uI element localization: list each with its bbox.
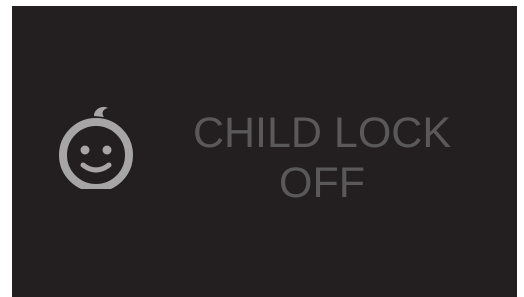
child-lock-screen: CHILD LOCK OFF	[12, 6, 517, 297]
child-lock-status: CHILD LOCK OFF	[172, 108, 472, 208]
baby-face-icon	[59, 106, 133, 189]
child-lock-title: CHILD LOCK	[192, 109, 452, 157]
child-lock-state: OFF	[279, 159, 365, 207]
